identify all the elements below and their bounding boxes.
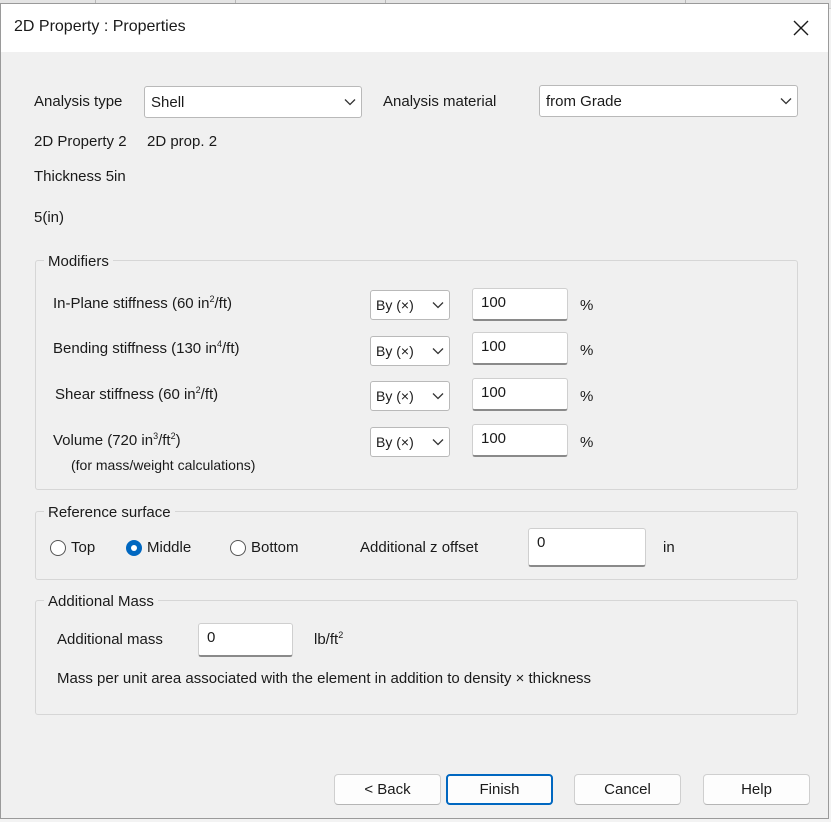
radio-bottom[interactable]: Bottom xyxy=(230,539,299,556)
volume-mode-dropdown[interactable]: By (×) xyxy=(370,427,450,457)
percent-unit: % xyxy=(580,342,594,359)
properties-dialog: 2D Property : Properties Analysis type S… xyxy=(0,3,829,819)
radio-circle-selected xyxy=(126,539,142,556)
z-offset-input[interactable]: 0 xyxy=(528,528,646,567)
chevron-down-icon xyxy=(427,382,449,410)
analysis-type-value: Shell xyxy=(151,93,185,111)
cancel-button[interactable]: Cancel xyxy=(574,774,681,805)
radio-bottom-label: Bottom xyxy=(251,539,299,556)
reference-surface-title: Reference surface xyxy=(44,504,175,521)
thickness-value: 5(in) xyxy=(34,209,65,226)
inplane-stiffness-mode-dropdown[interactable]: By (×) xyxy=(370,290,450,320)
window-title: 2D Property : Properties xyxy=(14,18,186,35)
z-offset-label: Additional z offset xyxy=(360,539,479,556)
percent-unit: % xyxy=(580,297,594,314)
analysis-material-label: Analysis material xyxy=(383,93,497,110)
additional-mass-group xyxy=(35,600,798,715)
shear-stiffness-label: Shear stiffness (60 in2/ft) xyxy=(55,385,219,404)
inplane-stiffness-input[interactable]: 100 xyxy=(472,288,568,321)
radio-circle-unselected xyxy=(230,539,246,556)
chevron-down-icon xyxy=(427,291,449,319)
volume-note: (for mass/weight calculations) xyxy=(71,457,256,473)
analysis-material-value: from Grade xyxy=(546,92,622,110)
bending-stiffness-label: Bending stiffness (130 in4/ft) xyxy=(53,339,240,358)
percent-unit: % xyxy=(580,388,594,405)
help-button[interactable]: Help xyxy=(703,774,810,805)
shear-stiffness-input[interactable]: 100 xyxy=(472,378,568,411)
close-icon xyxy=(793,20,809,36)
z-offset-unit: in xyxy=(663,539,675,556)
additional-mass-input[interactable]: 0 xyxy=(198,623,293,657)
radio-circle-unselected xyxy=(50,539,66,556)
finish-button[interactable]: Finish xyxy=(446,774,553,805)
analysis-type-label: Analysis type xyxy=(34,93,123,110)
shear-stiffness-mode-dropdown[interactable]: By (×) xyxy=(370,381,450,411)
chevron-down-icon xyxy=(339,87,361,117)
title-bar: 2D Property : Properties xyxy=(1,4,828,52)
percent-unit: % xyxy=(580,434,594,451)
additional-mass-label: Additional mass xyxy=(57,631,163,648)
radio-middle[interactable]: Middle xyxy=(126,539,191,556)
thickness-label: Thickness 5in xyxy=(34,168,126,185)
chevron-down-icon xyxy=(775,86,797,116)
additional-mass-unit: lb/ft2 xyxy=(314,630,344,649)
bending-stiffness-mode-dropdown[interactable]: By (×) xyxy=(370,336,450,366)
chevron-down-icon xyxy=(427,337,449,365)
analysis-type-dropdown[interactable]: Shell xyxy=(144,86,362,118)
property-id-text: 2D Property 2 xyxy=(34,133,127,150)
additional-mass-title: Additional Mass xyxy=(44,593,158,610)
modifiers-title: Modifiers xyxy=(44,253,113,270)
bending-stiffness-input[interactable]: 100 xyxy=(472,332,568,365)
property-name-text: 2D prop. 2 xyxy=(147,133,218,150)
chevron-down-icon xyxy=(427,428,449,456)
back-button[interactable]: < Back xyxy=(334,774,441,805)
analysis-material-dropdown[interactable]: from Grade xyxy=(539,85,798,117)
radio-middle-label: Middle xyxy=(147,539,192,556)
close-button[interactable] xyxy=(782,10,820,46)
inplane-stiffness-label: In-Plane stiffness (60 in2/ft) xyxy=(53,294,232,313)
volume-label: Volume (720 in3/ft2) xyxy=(53,431,181,450)
radio-top-label: Top xyxy=(71,539,96,556)
radio-top[interactable]: Top xyxy=(50,539,95,556)
volume-input[interactable]: 100 xyxy=(472,424,568,457)
additional-mass-note: Mass per unit area associated with the e… xyxy=(57,670,592,687)
